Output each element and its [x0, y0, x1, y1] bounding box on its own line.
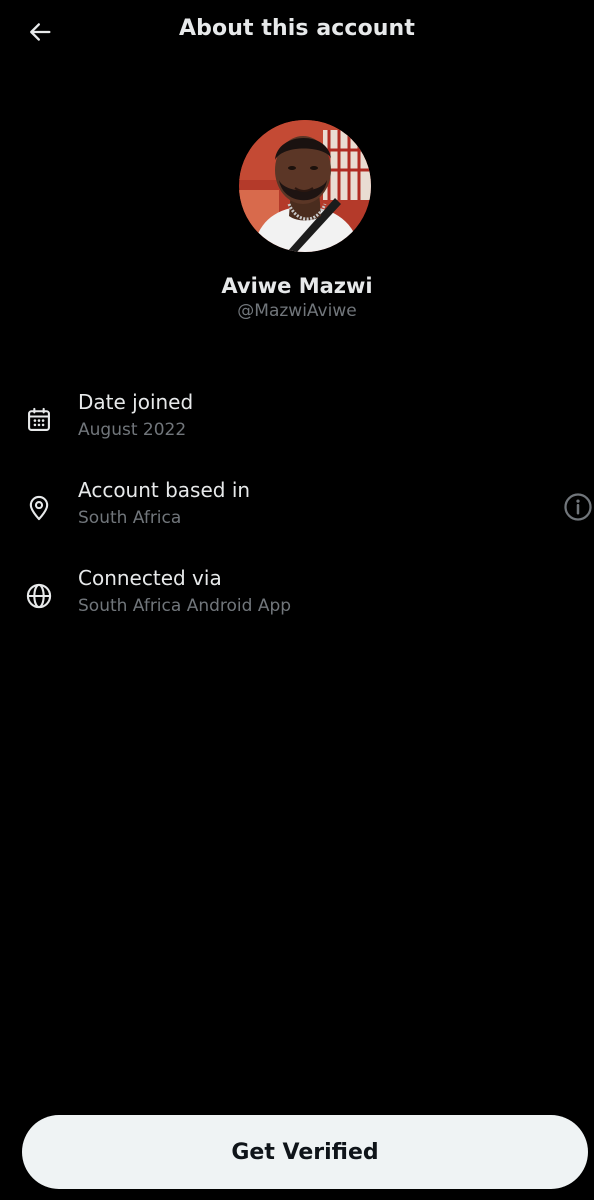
connected-via-value: South Africa Android App [78, 596, 292, 616]
connected-via-label: Connected via [78, 566, 222, 590]
date-joined-label: Date joined [78, 390, 194, 414]
page-title: About this account [179, 16, 415, 41]
date-joined-value: August 2022 [78, 420, 187, 440]
account-based-in-label: Account based in [78, 478, 251, 502]
profile-handle: @MazwiAviwe [237, 301, 357, 321]
account-location-info-button[interactable] [560, 489, 594, 525]
location-pin-icon [23, 492, 55, 524]
profile-name: Aviwe Mazwi [221, 274, 373, 298]
connected-via-row: Connected via South Africa Android App [0, 566, 594, 650]
calendar-icon [23, 404, 55, 436]
globe-icon [23, 580, 55, 612]
account-based-in-row: Account based in South Africa [0, 478, 594, 562]
date-joined-row: Date joined August 2022 [0, 390, 594, 474]
account-based-in-value: South Africa [78, 508, 182, 528]
get-verified-button[interactable]: Get Verified [22, 1115, 588, 1189]
profile-avatar[interactable] [239, 120, 371, 252]
info-icon [564, 493, 592, 521]
top-bar: About this account [0, 0, 594, 64]
